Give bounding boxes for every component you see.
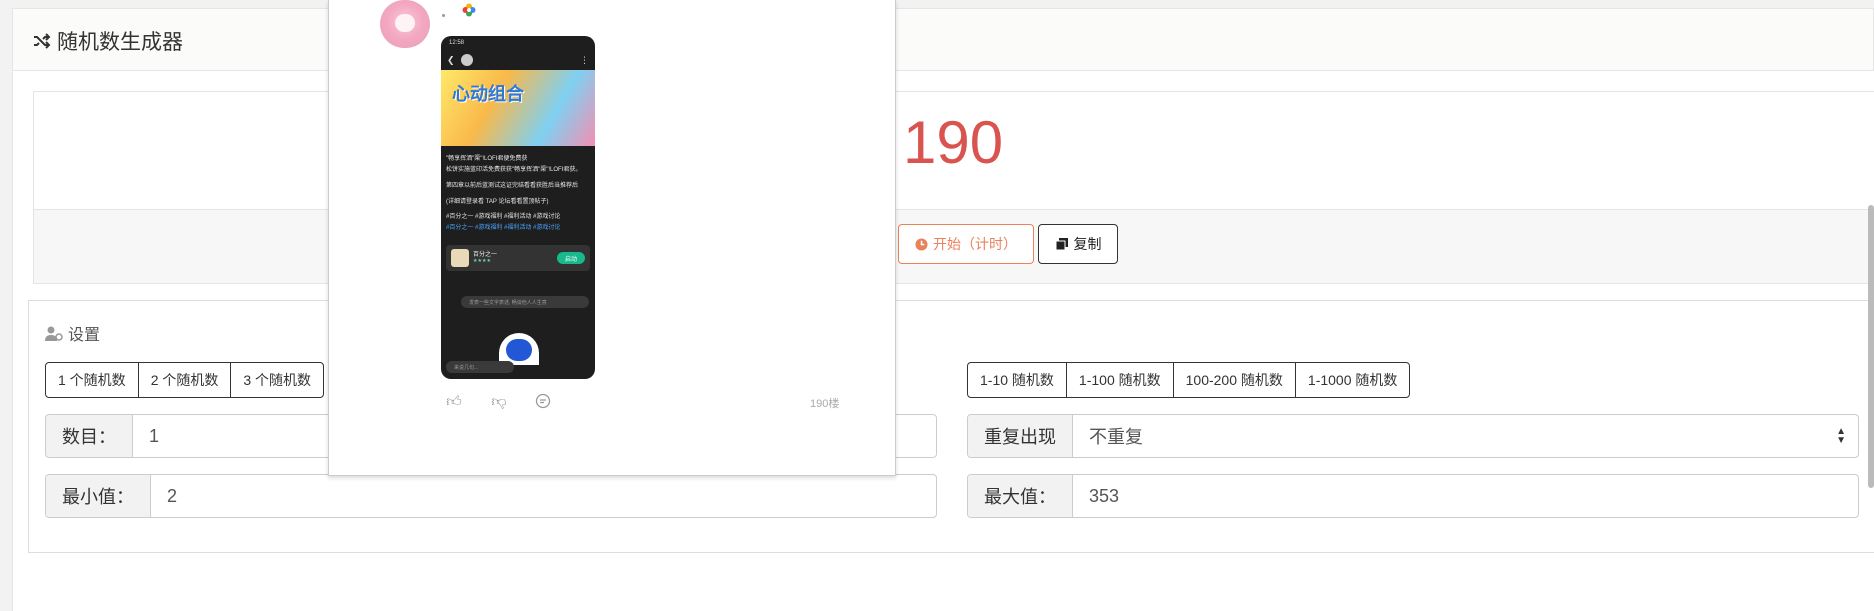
range-preset-1-10[interactable]: 1-10 随机数 bbox=[968, 363, 1067, 397]
start-timer-label: 开始（计时） bbox=[933, 236, 1017, 252]
range-preset-1-100[interactable]: 1-100 随机数 bbox=[1067, 363, 1174, 397]
min-input[interactable]: 2 bbox=[151, 475, 936, 517]
max-field: 最大值： 353 bbox=[967, 474, 1859, 518]
game-icon bbox=[451, 249, 469, 267]
page-header: 随机数生成器 bbox=[12, 8, 1874, 70]
phone-nav-bar: ❮ ⋮ bbox=[441, 50, 595, 70]
comment-icon[interactable] bbox=[534, 393, 552, 411]
shuffle-icon bbox=[34, 33, 51, 49]
post-line: 第四章以前后蓝测试这证完结看看获胜后当推荐后 bbox=[446, 183, 579, 189]
range-preset-100-200[interactable]: 100-200 随机数 bbox=[1174, 363, 1296, 397]
count-preset-1[interactable]: 1 个随机数 bbox=[46, 363, 139, 397]
count-preset-group: 1 个随机数 2 个随机数 3 个随机数 bbox=[45, 362, 325, 398]
comment-placeholder: 发表一些文字表述, 畅谈他人人生意 bbox=[469, 300, 547, 306]
game-rating: ★★★★ bbox=[473, 258, 491, 264]
repeat-select[interactable]: 不重复 bbox=[1073, 415, 1858, 457]
post-line: 松饼实施蓝印活免费获获"畅享挥洒"渠"!LOFI君获。 bbox=[446, 167, 582, 173]
separator-dot bbox=[442, 14, 445, 17]
user-settings-icon bbox=[45, 326, 63, 341]
copy-icon bbox=[1055, 238, 1068, 251]
post-tags: #百分之一 #游戏福利 #福利活动 #游戏讨论 bbox=[446, 225, 561, 231]
back-icon: ❮ bbox=[447, 55, 455, 65]
phone-avatar bbox=[461, 54, 473, 66]
thumbs-down-icon[interactable]: 👎︎ bbox=[490, 393, 508, 411]
page-title-text: 随机数生成器 bbox=[57, 31, 183, 54]
game-card[interactable]: 百分之一 ★★★★ 启动 bbox=[446, 245, 590, 271]
settings-title-text: 设置 bbox=[68, 327, 101, 344]
phone-status-time: 12:58 bbox=[449, 40, 465, 46]
more-icon: ⋮ bbox=[580, 55, 589, 65]
range-preset-group: 1-10 随机数 1-100 随机数 100-200 随机数 1-1000 随机… bbox=[967, 362, 1411, 398]
result-value: 190 bbox=[903, 109, 1004, 176]
count-preset-3[interactable]: 3 个随机数 bbox=[231, 363, 323, 397]
banner-title: 心动组合 bbox=[452, 84, 524, 104]
post-line: (详细请登录看 TAP 论坛看看置顶帖子) bbox=[446, 199, 549, 205]
game-launch-button[interactable]: 启动 bbox=[557, 252, 585, 264]
max-input[interactable]: 353 bbox=[1073, 475, 1858, 517]
repeat-field: 重复出现 不重复 ▲ ▼ bbox=[967, 414, 1859, 458]
page-scrollbar[interactable] bbox=[1868, 205, 1874, 488]
thumbs-up-icon[interactable]: 👍︎ bbox=[445, 393, 463, 411]
min-label: 最小值： bbox=[46, 475, 151, 517]
repeat-label: 重复出现 bbox=[968, 415, 1073, 457]
start-timer-button[interactable]: 开始（计时） bbox=[898, 224, 1034, 264]
game-name: 百分之一 bbox=[473, 252, 498, 258]
avatar[interactable] bbox=[380, 0, 430, 48]
count-preset-2[interactable]: 2 个随机数 bbox=[139, 363, 232, 397]
copy-label: 复制 bbox=[1073, 236, 1102, 252]
floor-label: 190楼 bbox=[810, 398, 840, 410]
phone-bottom-input: 来说几句... bbox=[446, 361, 514, 373]
min-field: 最小值： 2 bbox=[45, 474, 937, 518]
phone-comment-bar: 发表一些文字表述, 畅谈他人人生意 bbox=[461, 296, 589, 308]
post-line: "畅享挥洒"渠"!LOFI君便免费获 bbox=[446, 156, 528, 162]
page-title: 随机数生成器 bbox=[33, 26, 183, 56]
count-label: 数目： bbox=[46, 415, 133, 457]
select-arrows-icon: ▲ ▼ bbox=[1836, 426, 1846, 446]
range-preset-1-1000[interactable]: 1-1000 随机数 bbox=[1296, 363, 1409, 397]
settings-title: 设置 bbox=[45, 321, 100, 345]
flower-badge-icon bbox=[462, 3, 476, 17]
post-line: #百分之一 #游戏福利 #福利活动 #游戏讨论 bbox=[446, 214, 561, 220]
clock-icon bbox=[915, 237, 928, 251]
max-label: 最大值： bbox=[968, 475, 1073, 517]
bottom-input-placeholder: 来说几句... bbox=[454, 365, 479, 371]
copy-button[interactable]: 复制 bbox=[1038, 224, 1118, 264]
